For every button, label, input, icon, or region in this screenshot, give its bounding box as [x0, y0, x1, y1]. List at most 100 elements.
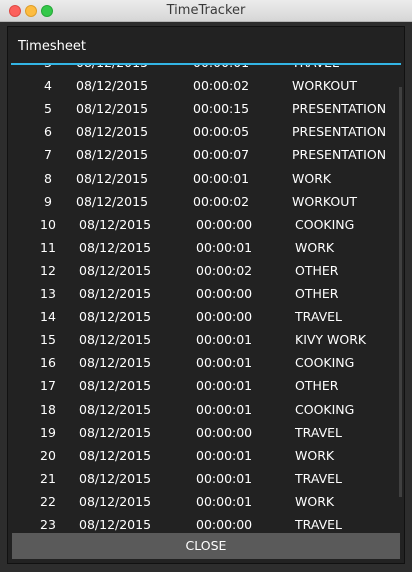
row-activity: WORK [295, 447, 335, 463]
row-activity: OTHER [295, 378, 339, 394]
row-date: 08/12/2015 [79, 309, 152, 325]
table-row: 8 08/12/2015 00:00:01 WORK [8, 167, 404, 190]
row-time: 00:00:01 [196, 493, 253, 509]
row-activity: WORK [295, 493, 335, 509]
close-button[interactable]: CLOSE [12, 533, 400, 559]
row-number: 16 [40, 355, 56, 371]
row-date: 08/12/2015 [79, 493, 152, 509]
row-number: 4 [44, 78, 52, 94]
row-activity: WORKOUT [292, 193, 358, 209]
table-row: 4 08/12/2015 00:00:02 WORKOUT [8, 74, 404, 97]
row-activity: TRAVEL [295, 424, 342, 440]
row-number: 14 [40, 309, 56, 325]
table-row: 13 08/12/2015 00:00:00 OTHER [8, 282, 404, 305]
row-time: 00:00:01 [193, 170, 250, 186]
row-time: 00:00:01 [196, 378, 253, 394]
row-activity: PRESENTATION [292, 124, 387, 140]
row-activity: OTHER [295, 262, 339, 278]
row-number: 8 [44, 170, 52, 186]
row-date: 08/12/2015 [79, 239, 152, 255]
timesheet-list[interactable]: 3 08/12/2015 00:00:01 TRAVEL 4 08/12/2015 00:0… [8, 65, 404, 531]
row-date: 08/12/2015 [79, 355, 152, 371]
row-number: 19 [40, 424, 56, 440]
row-activity: COOKING [295, 401, 355, 417]
row-number: 5 [44, 101, 52, 117]
row-time: 00:00:02 [193, 78, 250, 94]
table-row: 6 08/12/2015 00:00:05 PRESENTATION [8, 120, 404, 143]
row-date: 08/12/2015 [79, 216, 152, 232]
row-time: 00:00:02 [196, 262, 253, 278]
table-row: 15 08/12/2015 00:00:01 KIVY WORK [8, 328, 404, 351]
row-number: 7 [44, 147, 52, 163]
row-time: 00:00:00 [196, 286, 253, 301]
table-row: 20 08/12/2015 00:00:01 WORK [8, 444, 404, 467]
table-row: 22 08/12/2015 00:00:01 WORK [8, 490, 404, 513]
row-time: 00:00:00 [196, 216, 253, 232]
app-window: Timesheet 3 08/12/2015 00:00:01 TRAVEL 4 08/1… [0, 22, 412, 572]
row-time: 00:00:01 [196, 239, 253, 255]
row-number: 20 [40, 447, 56, 463]
row-number: 22 [40, 493, 56, 509]
table-row: 17 08/12/2015 00:00:01 OTHER [8, 374, 404, 397]
table-row: 21 08/12/2015 00:00:01 TRAVEL [8, 467, 404, 490]
row-time: 00:00:07 [193, 147, 250, 163]
row-activity: OTHER [295, 286, 339, 301]
popup-title: Timesheet [18, 39, 86, 54]
row-number: 11 [40, 239, 56, 255]
row-number: 9 [44, 193, 52, 209]
row-date: 08/12/2015 [79, 470, 152, 486]
row-number: 10 [40, 216, 56, 232]
row-date: 08/12/2015 [76, 65, 148, 70]
row-activity: COOKING [295, 355, 355, 371]
row-date: 08/12/2015 [76, 78, 149, 94]
row-time: 00:00:00 [196, 424, 253, 440]
table-row: 10 08/12/2015 00:00:00 COOKING [8, 213, 404, 236]
row-activity: COOKING [295, 216, 355, 232]
table-row: 5 08/12/2015 00:00:15 PRESENTATION [8, 97, 404, 120]
row-time: 00:00:01 [196, 401, 253, 417]
row-date: 08/12/2015 [79, 401, 152, 417]
row-date: 08/12/2015 [79, 517, 152, 531]
row-time: 00:00:00 [196, 309, 253, 325]
row-activity: TRAVEL [292, 65, 339, 70]
row-date: 08/12/2015 [76, 170, 149, 186]
row-date: 08/12/2015 [76, 101, 149, 117]
scrollbar[interactable] [399, 87, 402, 497]
table-row: 18 08/12/2015 00:00:01 COOKING [8, 398, 404, 421]
row-time: 00:00:01 [193, 65, 249, 70]
row-time: 00:00:01 [196, 447, 253, 463]
row-date: 08/12/2015 [79, 332, 152, 348]
row-number: 12 [40, 262, 56, 278]
row-number: 18 [40, 401, 56, 417]
row-activity: WORK [295, 239, 335, 255]
row-date: 08/12/2015 [79, 262, 152, 278]
row-date: 08/12/2015 [79, 424, 152, 440]
row-activity: WORKOUT [292, 78, 358, 94]
row-number: 3 [44, 65, 52, 70]
table-row: 14 08/12/2015 00:00:00 TRAVEL [8, 305, 404, 328]
row-time: 00:00:15 [193, 101, 250, 117]
table-row: 11 08/12/2015 00:00:01 WORK [8, 236, 404, 259]
row-time: 00:00:01 [196, 470, 253, 486]
row-activity: KIVY WORK [295, 332, 367, 348]
table-row: 3 08/12/2015 00:00:01 TRAVEL [8, 65, 404, 74]
row-number: 23 [40, 517, 56, 531]
row-time: 00:00:01 [196, 355, 253, 371]
table-row: 16 08/12/2015 00:00:01 COOKING [8, 351, 404, 374]
window-titlebar[interactable]: TimeTracker [0, 0, 412, 22]
row-time: 00:00:02 [193, 193, 250, 209]
row-number: 17 [40, 378, 56, 394]
row-activity: WORK [292, 170, 332, 186]
row-date: 08/12/2015 [79, 286, 152, 301]
row-activity: PRESENTATION [292, 147, 387, 163]
window-title: TimeTracker [166, 3, 246, 18]
row-number: 6 [44, 124, 52, 140]
table-row: 23 08/12/2015 00:00:00 TRAVEL [8, 513, 404, 531]
row-activity: PRESENTATION [292, 101, 387, 117]
table-row: 7 08/12/2015 00:00:07 PRESENTATION [8, 143, 404, 166]
row-activity: TRAVEL [295, 470, 342, 486]
timesheet-popup: Timesheet 3 08/12/2015 00:00:01 TRAVEL 4 08/1… [7, 26, 405, 564]
row-number: 21 [40, 470, 56, 486]
table-row: 19 08/12/2015 00:00:00 TRAVEL [8, 421, 404, 444]
row-date: 08/12/2015 [79, 447, 152, 463]
